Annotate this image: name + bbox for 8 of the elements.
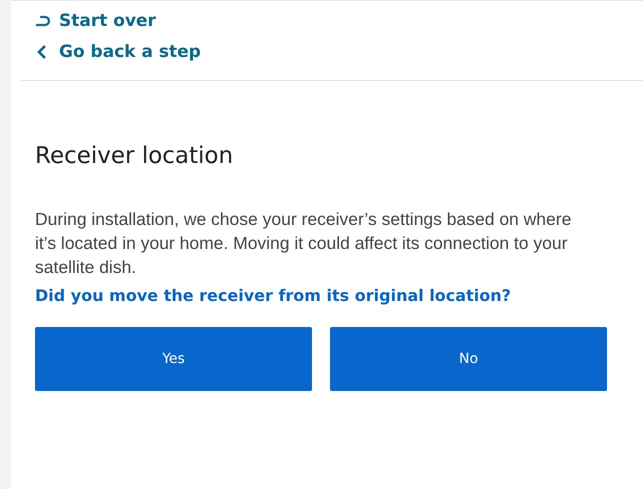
answer-button[interactable]: No: [330, 327, 607, 391]
answer-button[interactable]: Yes: [35, 327, 312, 391]
nav-link[interactable]: Start over: [35, 11, 156, 31]
nav-link[interactable]: Go back a step: [35, 42, 201, 62]
section-title: Receiver location: [35, 143, 234, 169]
restart-icon: [35, 15, 51, 27]
question-text: Did you move the receiver from its original location?: [35, 286, 512, 305]
description-text: During installation, we chose your receiver’s settings based on where it’s located in your home. Moving it could affect its connection to your satellite dish.: [35, 208, 572, 279]
